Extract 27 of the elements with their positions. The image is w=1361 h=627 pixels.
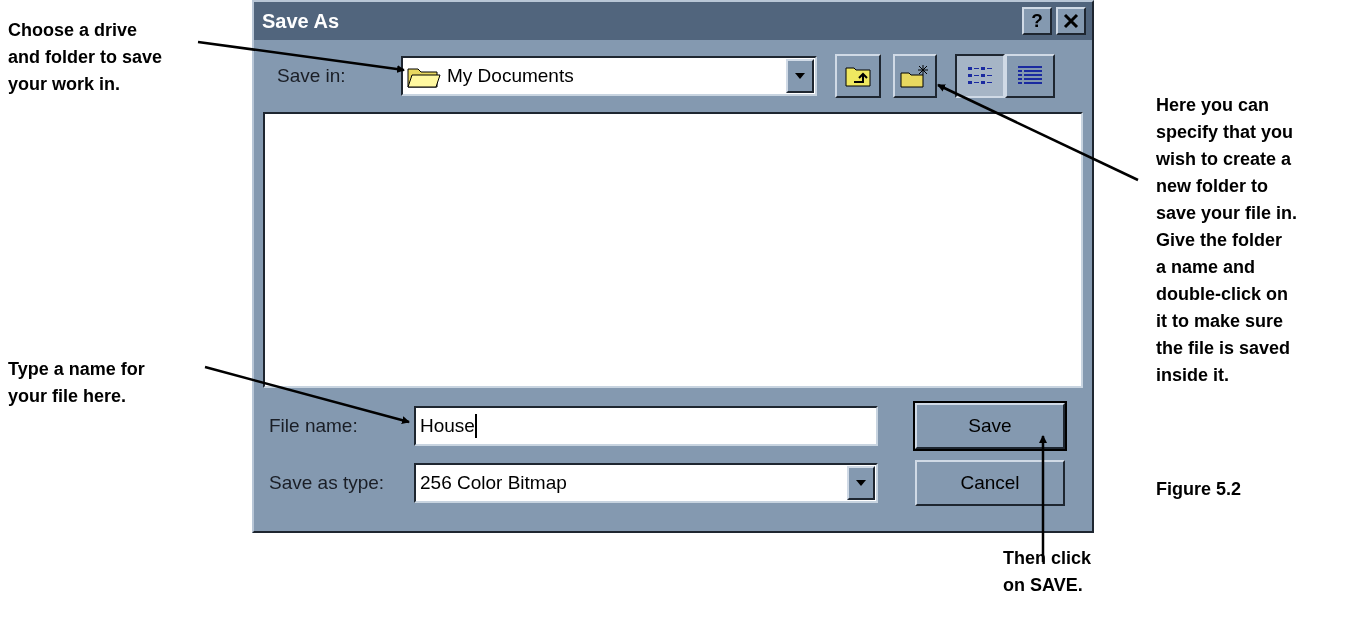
cancel-button[interactable]: Cancel (915, 460, 1065, 506)
callout-text: Choose a drive and folder to save your work in. (8, 19, 163, 96)
file-name-text: House (419, 415, 475, 437)
close-icon (1063, 13, 1079, 29)
save-as-type-dropdown[interactable]: 256 Color Bitmap (414, 463, 878, 503)
up-folder-icon (845, 65, 871, 87)
callout-text: Type a name for your file here. (8, 358, 145, 408)
callout-text: Here you can specify that you wish to create a new folder to save your file in. Give the folder a name and double-click on it to make sure the file is saved inside it. (1156, 94, 1298, 387)
file-name-label: File name: (268, 415, 359, 437)
list-view-icon (967, 65, 993, 87)
save-button[interactable]: Save (915, 403, 1065, 449)
save-as-type-label: Save as type: (268, 472, 386, 494)
new-folder-icon (900, 64, 930, 88)
details-view-icon (1017, 65, 1043, 87)
save-in-dropdown[interactable]: My Documents (401, 56, 817, 96)
file-name-field[interactable]: House (414, 406, 878, 446)
list-view-button[interactable] (955, 54, 1005, 98)
save-in-label: Save in: (276, 65, 347, 87)
up-folder-button[interactable] (835, 54, 881, 98)
help-button[interactable]: ? (1022, 7, 1052, 35)
details-view-button[interactable] (1005, 54, 1055, 98)
file-type-text: 256 Color Bitmap (419, 472, 567, 494)
window-title: Save As (262, 9, 340, 33)
location-text: My Documents (447, 65, 575, 87)
figure-caption: Figure 5.2 (1156, 478, 1242, 501)
new-folder-button[interactable] (893, 54, 937, 98)
close-button[interactable] (1056, 7, 1086, 35)
